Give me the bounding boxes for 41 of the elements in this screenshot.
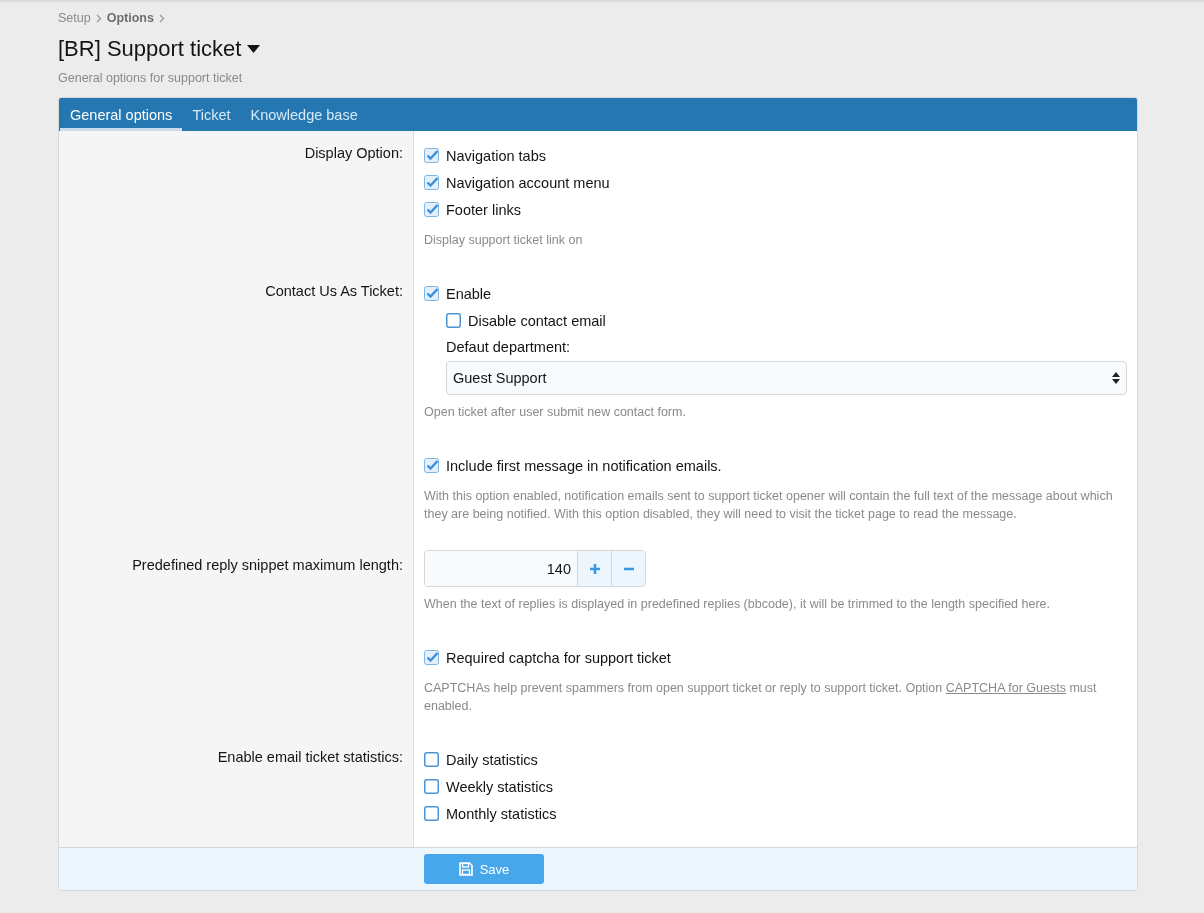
checkbox[interactable] xyxy=(446,313,461,328)
checkbox-label[interactable]: Weekly statistics xyxy=(446,778,553,795)
hint-text: CAPTCHAs help prevent spammers from open support ticket or reply to support ticket. Option CAPTCHA for Guests must enabled. xyxy=(424,680,1098,715)
tab[interactable]: Ticket xyxy=(182,98,241,131)
checkbox[interactable] xyxy=(424,779,439,794)
chevron-right-icon xyxy=(158,13,165,23)
option-label: Display Option: xyxy=(304,145,403,161)
page-title: [BR] Support ticket xyxy=(58,36,242,62)
checkbox-label[interactable]: Navigation account menu xyxy=(446,174,610,191)
checkbox-label[interactable]: Enable xyxy=(446,285,492,302)
checkbox[interactable] xyxy=(424,148,439,163)
checkbox-label[interactable]: Include first message in notification emails. xyxy=(446,457,722,474)
checkbox[interactable] xyxy=(424,650,439,665)
checkbox[interactable] xyxy=(424,458,439,473)
chevron-right-icon xyxy=(95,13,102,23)
field-label: Defaut department: xyxy=(446,339,572,357)
sort-arrows-icon xyxy=(1112,372,1120,384)
checkbox[interactable] xyxy=(424,202,439,217)
hint-text: With this option enabled, notification emails sent to support ticket opener will contain the full text of the message about which they are being notified. With this option disabled, they will need to visit the ticket page to read the message. xyxy=(424,488,1114,523)
page-description: General options for support ticket xyxy=(58,71,244,85)
option-label: Enable email ticket statistics: xyxy=(217,749,403,765)
option-label: Contact Us As Ticket: xyxy=(265,283,403,299)
hint-text: Open ticket after user submit new contact form. xyxy=(424,404,687,421)
checkbox-label[interactable]: Footer links xyxy=(446,201,521,218)
checkbox[interactable] xyxy=(424,806,439,821)
hint-text: When the text of replies is displayed in predefined replies (bbcode), it will be trimmed to the length specified here. xyxy=(424,596,1052,613)
tab[interactable]: Knowledge base xyxy=(240,98,368,131)
captcha-link[interactable]: CAPTCHA for Guests xyxy=(945,681,1066,695)
checkbox-label[interactable]: Daily statistics xyxy=(446,751,538,768)
checkbox[interactable] xyxy=(424,752,439,767)
checkbox-label[interactable]: Disable contact email xyxy=(468,312,606,329)
checkbox-label[interactable]: Required captcha for support ticket xyxy=(446,649,671,666)
option-label: Predefined reply snippet maximum length: xyxy=(132,557,403,573)
select-field[interactable]: Guest Support xyxy=(446,361,1127,395)
breadcrumb-link[interactable]: Options xyxy=(106,11,154,25)
hint-text: Display support ticket link on xyxy=(424,232,584,249)
checkbox-label[interactable]: Navigation tabs xyxy=(446,147,546,164)
checkbox[interactable] xyxy=(424,175,439,190)
caret-down-icon[interactable] xyxy=(247,45,261,53)
checkbox[interactable] xyxy=(424,286,439,301)
checkbox-label[interactable]: Monthly statistics xyxy=(446,805,557,822)
